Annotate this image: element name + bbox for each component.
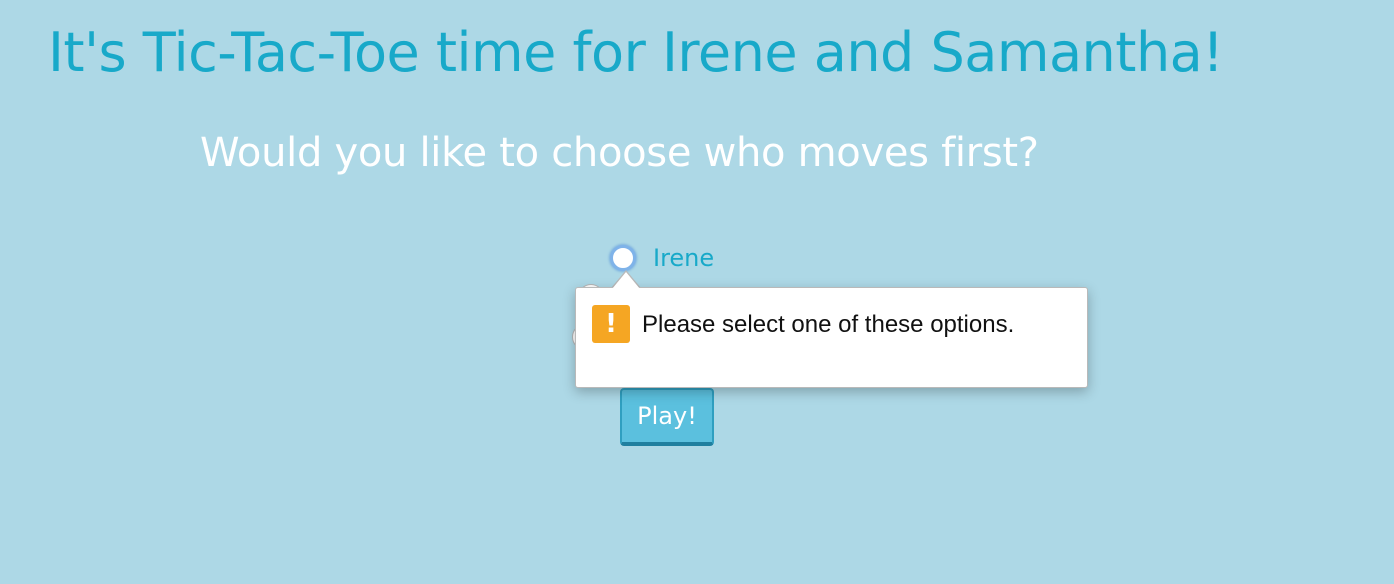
validation-tooltip: ! Please select one of these options.	[575, 287, 1088, 388]
warning-icon: !	[592, 305, 630, 343]
play-button[interactable]: Play!	[620, 388, 714, 446]
page-title: It's Tic-Tac-Toe time for Irene and Sama…	[48, 21, 1224, 84]
radio-label-irene[interactable]: Irene	[653, 244, 714, 272]
validation-message: Please select one of these options.	[642, 311, 1015, 338]
tooltip-pointer-fill	[612, 272, 640, 289]
first-move-question: Would you like to choose who moves first…	[200, 130, 1039, 176]
radio-irene[interactable]	[610, 245, 636, 271]
player-option-irene[interactable]: Irene	[610, 244, 714, 272]
